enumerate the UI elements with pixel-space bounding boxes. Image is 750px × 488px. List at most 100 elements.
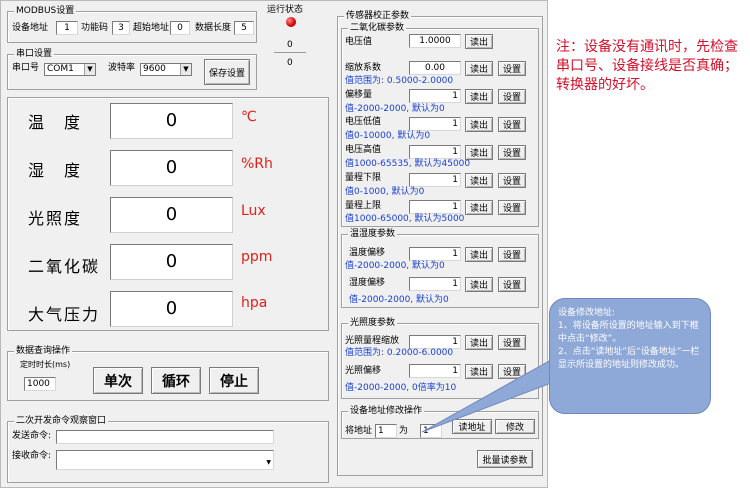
data-len-label: 数据长度 <box>195 23 232 33</box>
co2-vlow-read-button[interactable]: 读出 <box>465 117 493 132</box>
light-scale-read-button[interactable]: 读出 <box>465 335 493 350</box>
co2-rlow-field[interactable]: 1 <box>409 173 461 187</box>
sensor-unit: ppm <box>241 249 273 265</box>
device-addr-label: 设备地址 <box>12 23 49 33</box>
callout-line1: 1、将设备所设置的地址输入到下框中点击“修改”。 <box>558 321 699 344</box>
sensor-name: 温 度 <box>28 113 83 132</box>
sensor-name: 二氧化碳 <box>28 257 101 276</box>
co2-vhigh-set-button[interactable]: 设置 <box>498 145 526 160</box>
timer-label: 定时时长(ms) <box>20 360 71 369</box>
status-led-icon <box>286 17 296 27</box>
sensor-value: 0 <box>110 291 233 327</box>
co2-rlow-set-button[interactable]: 设置 <box>498 173 526 188</box>
note-text: 注：设备没有通讯时，先检查串口号、设备接线是否真确；转换器的好坏。 <box>556 39 738 93</box>
port-select[interactable]: COM1 ▼ <box>44 63 96 76</box>
start-addr-field[interactable]: 0 <box>170 21 190 35</box>
co2-vlow-field[interactable]: 1 <box>409 117 461 131</box>
co2-rlow-hint: 值0-1000, 默认为0 <box>345 187 425 197</box>
baud-select-value: 9600 <box>143 64 166 74</box>
save-settings-button[interactable]: 保存设置 <box>204 59 250 85</box>
addr-from-label: 将地址 <box>345 426 373 436</box>
co2-rhigh-read-button[interactable]: 读出 <box>465 200 493 215</box>
co2-scale-read-button[interactable]: 读出 <box>465 61 493 76</box>
chevron-down-icon[interactable]: ▼ <box>180 64 191 75</box>
co2-rlow-label: 量程下限 <box>345 173 382 183</box>
serial-group-title: 串口设置 <box>14 48 55 60</box>
sensor-value: 0 <box>110 244 233 280</box>
port-label: 串口号 <box>12 63 40 73</box>
callout-line2: 2、点击“读地址”后“设备地址”一栏显示所设置的地址则修改成功。 <box>558 347 700 370</box>
temp-offset-read-button[interactable]: 读出 <box>465 247 493 262</box>
send-label: 发送命令: <box>12 431 52 441</box>
hum-offset-hint: 值-2000-2000, 默认为0 <box>349 295 449 305</box>
port-select-value: COM1 <box>47 64 74 74</box>
dev-window-group: 二次开发命令观察窗口 发送命令: 接收命令: ▼ <box>7 415 329 483</box>
hum-offset-set-button[interactable]: 设置 <box>498 277 526 292</box>
hum-offset-field[interactable]: 1 <box>409 277 461 291</box>
co2-rlow-read-button[interactable]: 读出 <box>465 173 493 188</box>
co2-offset-label: 偏移量 <box>345 90 373 100</box>
send-command-input[interactable] <box>56 430 274 444</box>
baud-label: 波特率 <box>108 63 136 73</box>
light-scale-hint: 值范围为: 0.2000-6.0000 <box>345 348 454 358</box>
chevron-down-icon[interactable]: ▼ <box>84 64 95 75</box>
modbus-group-title: MODBUS设置 <box>14 5 77 17</box>
co2-vhigh-hint: 值1000-65535, 默认为45000 <box>345 159 471 169</box>
light-params-title: 光照度参数 <box>348 317 398 329</box>
hum-offset-label: 湿度偏移 <box>349 278 386 288</box>
co2-vlow-set-button[interactable]: 设置 <box>498 117 526 132</box>
run-status-title: 运行状态 <box>267 5 304 15</box>
func-code-field[interactable]: 3 <box>112 21 130 35</box>
callout-box: 设备修改地址: 1、将设备所设置的地址输入到下框中点击“修改”。 2、点击“读地… <box>549 298 711 414</box>
run-status-value1: 0 <box>287 40 293 50</box>
stop-query-button[interactable]: 停止 <box>209 367 259 394</box>
co2-voltage-field[interactable]: 1.0000 <box>409 34 461 48</box>
sensor-value: 0 <box>110 197 233 233</box>
addr-from-field[interactable]: 1 <box>375 424 397 438</box>
loop-query-button[interactable]: 循环 <box>151 367 201 394</box>
query-group: 数据查询操作 定时时长(ms) 1000 单次 循环 停止 <box>7 345 329 401</box>
light-scale-label: 光照量程缩放 <box>345 336 400 346</box>
timer-input[interactable]: 1000 <box>24 377 56 391</box>
sensor-unit: %Rh <box>241 156 273 172</box>
co2-offset-read-button[interactable]: 读出 <box>465 89 493 104</box>
light-offset-label: 光照偏移 <box>345 366 382 376</box>
batch-read-button[interactable]: 批量读参数 <box>477 450 533 468</box>
addr-modify-title: 设备地址修改操作 <box>348 405 425 417</box>
sensor-value: 0 <box>110 150 233 186</box>
co2-params-title: 二氧化碳参数 <box>348 22 407 34</box>
sensor-unit: Lux <box>241 203 266 219</box>
co2-offset-field[interactable]: 1 <box>409 89 461 103</box>
hum-offset-read-button[interactable]: 读出 <box>465 277 493 292</box>
sensor-name: 大气压力 <box>28 305 101 324</box>
device-addr-field[interactable]: 1 <box>56 21 78 35</box>
co2-scale-label: 缩放系数 <box>345 63 382 73</box>
temp-offset-label: 温度偏移 <box>349 248 386 258</box>
recv-label: 接收命令: <box>12 451 52 461</box>
light-scale-set-button[interactable]: 设置 <box>498 335 526 350</box>
sensor-unit: ℃ <box>241 109 257 125</box>
data-len-field[interactable]: 5 <box>234 21 254 35</box>
temp-offset-field[interactable]: 1 <box>409 247 461 261</box>
co2-scale-field[interactable]: 0.00 <box>409 61 461 75</box>
query-group-title: 数据查询操作 <box>14 345 73 357</box>
scroll-arrow-icon[interactable]: ▼ <box>266 456 271 469</box>
recv-command-box[interactable]: ▼ <box>56 450 274 470</box>
run-status-divider <box>274 52 306 53</box>
co2-vlow-hint: 值0-10000, 默认为0 <box>345 131 431 141</box>
baud-select[interactable]: 9600 ▼ <box>140 63 192 76</box>
co2-vlow-label: 电压低值 <box>345 117 382 127</box>
co2-voltage-read-button[interactable]: 读出 <box>465 34 493 49</box>
modbus-group: MODBUS设置 设备地址 1 功能码 3 超始地址 0 数据长度 5 <box>7 5 257 43</box>
co2-scale-set-button[interactable]: 设置 <box>498 61 526 76</box>
func-code-label: 功能码 <box>81 23 109 33</box>
co2-rhigh-set-button[interactable]: 设置 <box>498 200 526 215</box>
co2-rhigh-field[interactable]: 1 <box>409 200 461 214</box>
single-query-button[interactable]: 单次 <box>93 367 143 394</box>
co2-rhigh-hint: 值1000-65000, 默认为5000 <box>345 214 465 224</box>
start-addr-label: 超始地址 <box>133 23 170 33</box>
temp-offset-set-button[interactable]: 设置 <box>498 247 526 262</box>
co2-vhigh-label: 电压高值 <box>345 145 382 155</box>
co2-offset-set-button[interactable]: 设置 <box>498 89 526 104</box>
co2-vhigh-field[interactable]: 1 <box>409 145 461 159</box>
